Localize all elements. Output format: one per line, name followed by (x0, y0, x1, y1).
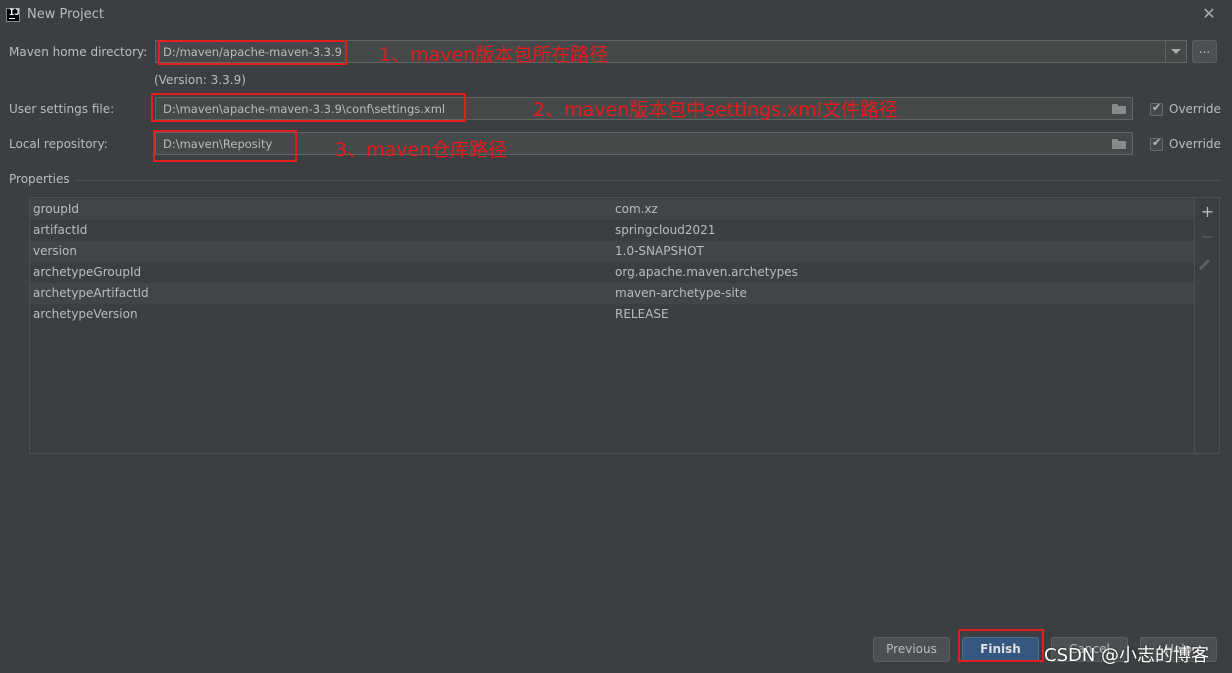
remove-icon[interactable]: − (1199, 228, 1216, 245)
property-key: archetypeArtifactId (33, 286, 149, 300)
annotation-text-3: 3、maven仓库路径 (335, 139, 508, 161)
user-settings-value: D:\maven\apache-maven-3.3.9\conf\setting… (163, 102, 446, 116)
property-key: archetypeGroupId (33, 265, 142, 279)
user-settings-label: User settings file: (9, 102, 115, 116)
csdn-watermark: CSDN @小志的博客 (1044, 645, 1210, 666)
table-row[interactable]: archetypeGroupId org.apache.maven.archet… (30, 262, 1194, 283)
edit-pencil-icon[interactable] (1198, 258, 1211, 271)
property-key: version (33, 244, 77, 258)
previous-button[interactable]: Previous (873, 637, 950, 662)
table-row[interactable]: archetypeArtifactId maven-archetype-site (30, 283, 1194, 304)
table-row[interactable]: artifactId springcloud2021 (30, 220, 1194, 241)
folder-icon[interactable] (1112, 104, 1126, 114)
annotation-text-1: 1、maven版本包所在路径 (379, 44, 609, 66)
property-value[interactable]: 1.0-SNAPSHOT (615, 244, 704, 258)
maven-home-combo[interactable]: D:/maven/apache-maven-3.3.9 (155, 40, 1187, 63)
checkmark-icon: ✔ (1152, 136, 1162, 149)
add-icon[interactable]: + (1199, 203, 1216, 220)
local-repo-value: D:\maven\Reposity (163, 137, 273, 151)
properties-table-body[interactable]: groupId com.xz artifactId springcloud202… (30, 198, 1194, 453)
maven-version-text: (Version: 3.3.9) (154, 73, 246, 87)
chevron-down-icon[interactable] (1165, 41, 1186, 62)
property-value[interactable]: springcloud2021 (615, 223, 715, 237)
maven-home-label: Maven home directory: (9, 45, 148, 59)
user-settings-override-checkbox[interactable]: ✔ (1150, 101, 1163, 116)
local-repo-field[interactable]: D:\maven\Reposity (155, 132, 1133, 155)
properties-title: Properties (9, 172, 70, 186)
table-row[interactable]: archetypeVersion RELEASE (30, 304, 1194, 325)
title-bar: IJ New Project ✕ (0, 0, 1232, 30)
checkmark-icon: ✔ (1152, 101, 1162, 114)
annotation-text-2: 2、maven版本包中settings.xml文件路径 (533, 99, 899, 121)
property-value[interactable]: RELEASE (615, 307, 669, 321)
intellij-app-icon: IJ (6, 8, 20, 22)
property-key: archetypeVersion (33, 307, 138, 321)
table-row[interactable]: version 1.0-SNAPSHOT (30, 241, 1194, 262)
window-title: New Project (27, 7, 104, 22)
maven-home-browse-button[interactable]: ... (1192, 40, 1217, 63)
properties-table[interactable]: groupId com.xz artifactId springcloud202… (29, 197, 1220, 454)
table-row[interactable]: groupId com.xz (30, 199, 1194, 220)
folder-icon[interactable] (1112, 139, 1126, 149)
properties-separator (76, 180, 1220, 181)
finish-button[interactable]: Finish (962, 637, 1039, 662)
local-repo-label: Local repository: (9, 137, 108, 151)
local-repo-override-label[interactable]: Override (1169, 137, 1221, 151)
user-settings-override-label[interactable]: Override (1169, 102, 1221, 116)
close-icon[interactable]: ✕ (1200, 4, 1218, 24)
property-value[interactable]: maven-archetype-site (615, 286, 747, 300)
properties-toolbar: + − (1194, 198, 1220, 453)
property-value[interactable]: com.xz (615, 202, 658, 216)
property-value[interactable]: org.apache.maven.archetypes (615, 265, 798, 279)
property-key: artifactId (33, 223, 88, 237)
local-repo-override-checkbox[interactable]: ✔ (1150, 136, 1163, 151)
property-key: groupId (33, 202, 80, 216)
maven-home-value: D:/maven/apache-maven-3.3.9 (163, 45, 342, 59)
